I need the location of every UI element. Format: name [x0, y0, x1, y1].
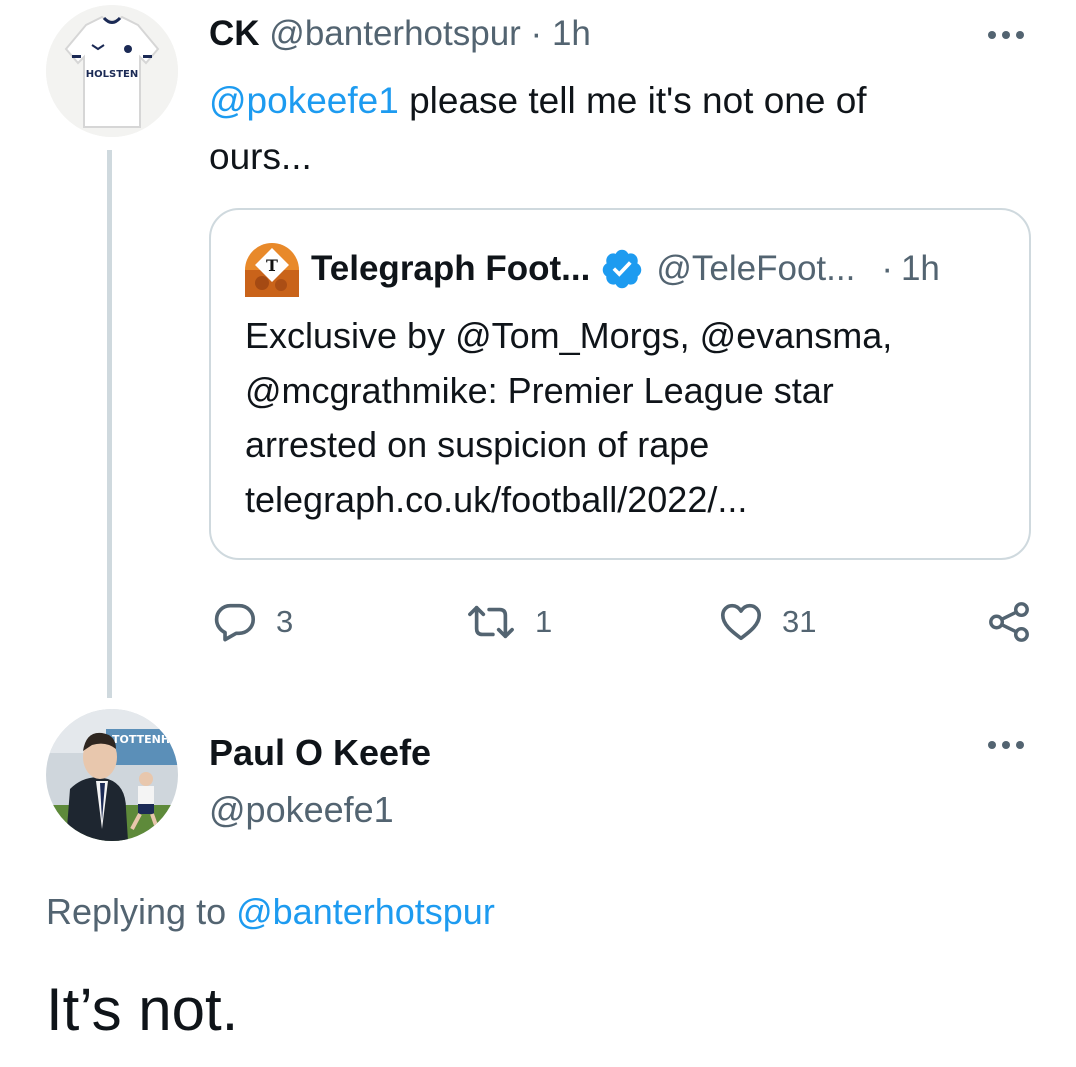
heart-icon	[720, 603, 762, 641]
stadium-sign-text: TOTTENH	[112, 733, 170, 746]
quoted-link-text[interactable]: telegraph.co.uk/football/2022/...	[245, 473, 892, 528]
ck-separator: ·	[530, 14, 543, 53]
reply-count: 3	[276, 604, 294, 639]
share-button[interactable]	[986, 599, 1032, 645]
quoted-text-line: arrested on suspicion of rape	[245, 424, 710, 465]
ck-header: CK @banterhotspur · 1h	[209, 14, 591, 54]
ck-tweet-text: @pokeefe1 please tell me it's not one of…	[209, 73, 1009, 185]
quoted-author-handle[interactable]: @TeleFoot...	[656, 249, 855, 289]
ck-text-line2: ours...	[209, 136, 312, 177]
replying-to: Replying to @banterhotspur	[46, 891, 495, 933]
ck-time[interactable]: 1h	[552, 14, 591, 53]
quoted-text-line: Exclusive by @Tom_Morgs, @evansma,	[245, 315, 893, 356]
replying-to-label: Replying to	[46, 891, 237, 932]
ck-author-name[interactable]: CK	[209, 14, 260, 53]
retweet-button[interactable]: 1	[465, 599, 552, 645]
quoted-tweet-text: Exclusive by @Tom_Morgs, @evansma, @mcgr…	[245, 309, 892, 527]
ck-author-handle[interactable]: @banterhotspur	[269, 14, 521, 53]
reply-button[interactable]: 3	[212, 599, 293, 645]
quoted-time[interactable]: 1h	[901, 249, 940, 289]
quoted-author-name[interactable]: Telegraph Foot...	[311, 249, 590, 289]
pokeefe-author-name[interactable]: Paul O Keefe	[209, 724, 431, 781]
ck-more-options-icon[interactable]	[988, 31, 1024, 39]
like-count: 31	[782, 604, 817, 639]
ck-avatar[interactable]: HOLSTEN	[46, 5, 178, 137]
shirt-icon: HOLSTEN	[46, 5, 178, 137]
like-button[interactable]: 31	[718, 599, 816, 645]
thread-connector-line	[107, 150, 112, 698]
verified-badge-icon	[603, 249, 642, 289]
replying-to-handle[interactable]: @banterhotspur	[236, 891, 495, 932]
telegraph-logo-icon: T	[245, 243, 299, 297]
quoted-header: Telegraph Foot... @TeleFoot... · 1h	[311, 247, 940, 291]
quoted-separator: ·	[881, 249, 893, 288]
pokeefe-more-options-icon[interactable]	[988, 741, 1024, 749]
pokeefe-avatar[interactable]: TOTTENH	[46, 709, 178, 841]
retweet-count: 1	[535, 604, 553, 639]
profile-photo-icon: TOTTENH	[46, 709, 178, 841]
pokeefe-identity: Paul O Keefe @pokeefe1	[209, 724, 431, 838]
share-icon	[989, 602, 1029, 642]
main-tweet-text: It’s not.	[46, 976, 239, 1043]
shirt-sponsor-text: HOLSTEN	[86, 69, 138, 80]
ck-mention-link[interactable]: @pokeefe1	[209, 80, 399, 121]
svg-text:T: T	[266, 256, 278, 275]
telegraph-avatar[interactable]: T	[245, 243, 299, 297]
retweet-icon	[468, 605, 514, 639]
quoted-text-line: @mcgrathmike: Premier League star	[245, 369, 834, 411]
ck-text-line1: please tell me it's not one of	[398, 80, 867, 121]
reply-icon	[214, 603, 256, 642]
pokeefe-author-handle[interactable]: @pokeefe1	[209, 781, 431, 838]
